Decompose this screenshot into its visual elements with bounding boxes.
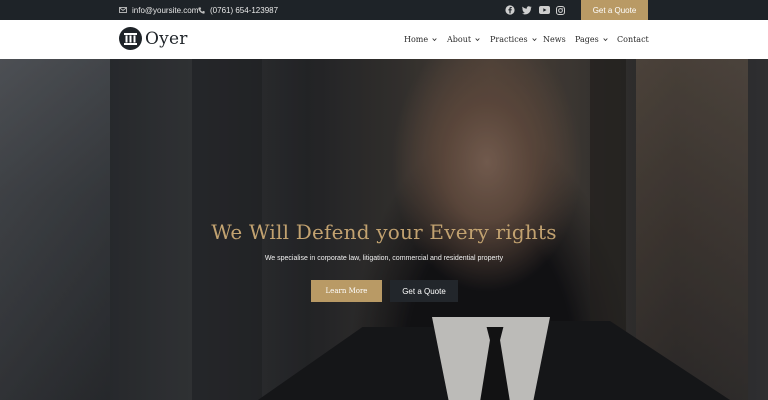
twitter-icon[interactable] bbox=[520, 3, 534, 17]
nav-item-about[interactable]: About bbox=[447, 20, 480, 59]
nav-item-label: Practices bbox=[490, 35, 528, 44]
phone-text: (0761) 654-123987 bbox=[210, 5, 279, 15]
nav-item-pages[interactable]: Pages bbox=[575, 20, 608, 59]
main-navbar bbox=[0, 20, 768, 59]
nav-item-practices[interactable]: Practices bbox=[490, 20, 537, 59]
nav-item-label: About bbox=[447, 35, 472, 44]
nav-item-news[interactable]: News bbox=[543, 20, 566, 59]
learn-more-label: Learn More bbox=[325, 287, 368, 295]
nav-item-label: News bbox=[543, 35, 566, 44]
nav-item-label: Home bbox=[404, 35, 429, 44]
nav-item-label: Contact bbox=[617, 35, 649, 44]
brand-name: Oyer bbox=[145, 28, 188, 49]
get-quote-top-label: Get a Quote bbox=[592, 5, 637, 15]
facebook-icon[interactable] bbox=[503, 3, 517, 17]
hero-title: We Will Defend your Every rights bbox=[211, 220, 557, 244]
instagram-icon[interactable] bbox=[553, 3, 567, 17]
get-quote-button[interactable]: Get a Quote bbox=[390, 280, 458, 302]
youtube-icon[interactable] bbox=[537, 3, 551, 17]
hero-section: We Will Defend your Every rights We spec… bbox=[0, 59, 768, 400]
nav-item-home[interactable]: Home bbox=[404, 20, 437, 59]
get-quote-top-button[interactable]: Get a Quote bbox=[581, 0, 648, 20]
chevron-down-icon bbox=[432, 38, 437, 42]
chevron-down-icon bbox=[531, 38, 537, 42]
brand-logo[interactable]: Oyer bbox=[119, 27, 188, 50]
email-link[interactable]: info@yoursite.com bbox=[119, 0, 198, 20]
chevron-down-icon bbox=[603, 38, 608, 42]
top-bar: info@yoursite.com (0761) 654-123987 Get … bbox=[0, 0, 768, 20]
hero-subtitle: We specialise in corporate law, litigati… bbox=[264, 255, 504, 262]
get-quote-label: Get a Quote bbox=[402, 286, 446, 296]
chevron-down-icon bbox=[475, 38, 480, 42]
envelope-icon bbox=[119, 7, 127, 13]
nav-item-contact[interactable]: Contact bbox=[617, 20, 649, 59]
nav-item-label: Pages bbox=[575, 35, 599, 44]
learn-more-button[interactable]: Learn More bbox=[311, 280, 382, 302]
email-text: info@yoursite.com bbox=[132, 5, 199, 15]
phone-link[interactable]: (0761) 654-123987 bbox=[198, 0, 278, 20]
phone-icon bbox=[198, 6, 205, 14]
pillar-logo-icon bbox=[119, 27, 142, 50]
